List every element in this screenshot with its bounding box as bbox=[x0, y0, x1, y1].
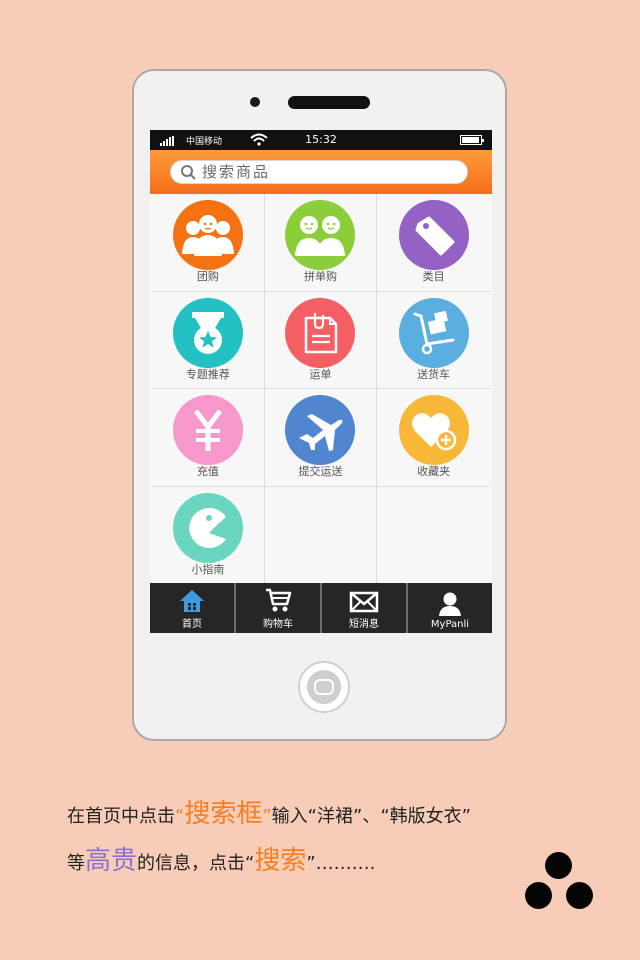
search-icon bbox=[180, 164, 202, 180]
shared-order-icon bbox=[285, 200, 356, 270]
phone-screen: 中国移动 15:32 搜索商品 团购 拼单购 类目 专题推荐 运单 送货车 充值… bbox=[150, 130, 492, 633]
menu-item-delivery-cart[interactable]: 送货车 bbox=[377, 292, 490, 389]
tab-label: 短消息 bbox=[349, 619, 379, 630]
hand-truck-icon bbox=[398, 297, 469, 368]
menu-item-label: 团购 bbox=[196, 270, 219, 283]
tab-label: 购物车 bbox=[263, 619, 293, 630]
decor-dot bbox=[545, 852, 572, 879]
menu-item-guide[interactable]: 小指南 bbox=[152, 486, 265, 584]
empty-cell bbox=[265, 486, 378, 584]
phone-frame: 中国移动 15:32 搜索商品 团购 拼单购 类目 专题推荐 运单 送货车 充值… bbox=[132, 69, 507, 741]
caption-line-2: 等高贵的信息，点击“搜索”………. bbox=[67, 839, 607, 886]
tab-cart[interactable]: 购物车 bbox=[236, 583, 322, 633]
group-buy-icon bbox=[172, 200, 243, 270]
earpiece-speaker bbox=[288, 96, 370, 109]
heart-add-icon bbox=[398, 395, 469, 465]
yen-icon bbox=[172, 395, 243, 465]
caption-highlight-search-box: 搜索框 bbox=[184, 799, 263, 829]
decor-dot bbox=[566, 882, 593, 909]
caption-text: 输入“洋裙”、“韩版女衣” bbox=[271, 806, 471, 827]
empty-cell bbox=[377, 487, 490, 585]
search-box[interactable] bbox=[170, 160, 468, 184]
menu-item-label: 送货车 bbox=[417, 367, 451, 381]
home-icon bbox=[180, 590, 204, 612]
menu-item-submit-shipping[interactable]: 提交运送 bbox=[264, 389, 378, 487]
mail-icon bbox=[349, 591, 379, 613]
clipboard-icon bbox=[285, 297, 356, 368]
airplane-icon bbox=[285, 395, 356, 465]
front-camera bbox=[250, 97, 260, 107]
pacman-icon bbox=[172, 492, 243, 563]
caption-text: ”………. bbox=[306, 853, 376, 874]
caption-highlight-search: 搜索 bbox=[254, 846, 307, 876]
menu-grid: 团购 拼单购 类目 专题推荐 运单 送货车 充值 提交运送 收藏夹 小指南 bbox=[152, 194, 490, 584]
tag-icon bbox=[398, 200, 469, 270]
bottom-tab-bar: 首页 购物车 短消息 MyPanli bbox=[150, 583, 492, 633]
menu-item-label: 拼单购 bbox=[303, 270, 337, 283]
battery-icon bbox=[460, 135, 484, 145]
menu-item-favorites[interactable]: 收藏夹 bbox=[377, 389, 490, 487]
caption-line-1: 在首页中点击“搜索框”输入“洋裙”、“韩版女衣” bbox=[67, 792, 607, 839]
caption-highlight-premium: 高贵 bbox=[85, 846, 138, 876]
menu-item-label: 充值 bbox=[196, 465, 219, 478]
user-icon bbox=[439, 592, 461, 616]
medal-icon bbox=[172, 297, 243, 368]
menu-item-category[interactable]: 类目 bbox=[377, 194, 490, 292]
status-time: 15:32 bbox=[305, 133, 337, 146]
menu-item-label: 类目 bbox=[422, 270, 445, 283]
caption-text: 等 bbox=[67, 853, 85, 874]
menu-item-featured-topics[interactable]: 专题推荐 bbox=[152, 291, 265, 389]
tab-messages[interactable]: 短消息 bbox=[322, 583, 408, 633]
menu-item-label: 小指南 bbox=[191, 562, 225, 576]
caption-text: 的信息，点击“ bbox=[137, 853, 255, 874]
instruction-caption: 在首页中点击“搜索框”输入“洋裙”、“韩版女衣” 等高贵的信息，点击“搜索”……… bbox=[67, 792, 607, 886]
caption-quote: ” bbox=[262, 806, 272, 827]
search-input[interactable] bbox=[202, 163, 442, 181]
menu-item-recharge[interactable]: 充值 bbox=[152, 389, 265, 487]
menu-item-label: 收藏夹 bbox=[417, 465, 451, 478]
cart-icon bbox=[266, 588, 292, 612]
tab-label: MyPanli bbox=[430, 619, 470, 630]
tab-home[interactable]: 首页 bbox=[150, 583, 236, 633]
tab-mypanli[interactable]: MyPanli bbox=[408, 583, 492, 633]
menu-item-group-buy[interactable]: 团购 bbox=[152, 194, 265, 292]
menu-item-shared-order[interactable]: 拼单购 bbox=[264, 194, 378, 292]
status-bar: 中国移动 15:32 bbox=[150, 130, 492, 150]
menu-item-label: 专题推荐 bbox=[185, 367, 230, 381]
caption-quote: “ bbox=[175, 806, 185, 827]
menu-item-label: 运单 bbox=[309, 367, 332, 381]
decor-dot bbox=[525, 882, 552, 909]
caption-text: 在首页中点击 bbox=[67, 806, 175, 827]
search-header bbox=[150, 150, 492, 194]
menu-item-waybill[interactable]: 运单 bbox=[264, 291, 378, 389]
menu-item-label: 提交运送 bbox=[298, 465, 343, 478]
tab-label: 首页 bbox=[182, 619, 202, 630]
home-button[interactable] bbox=[298, 661, 350, 713]
